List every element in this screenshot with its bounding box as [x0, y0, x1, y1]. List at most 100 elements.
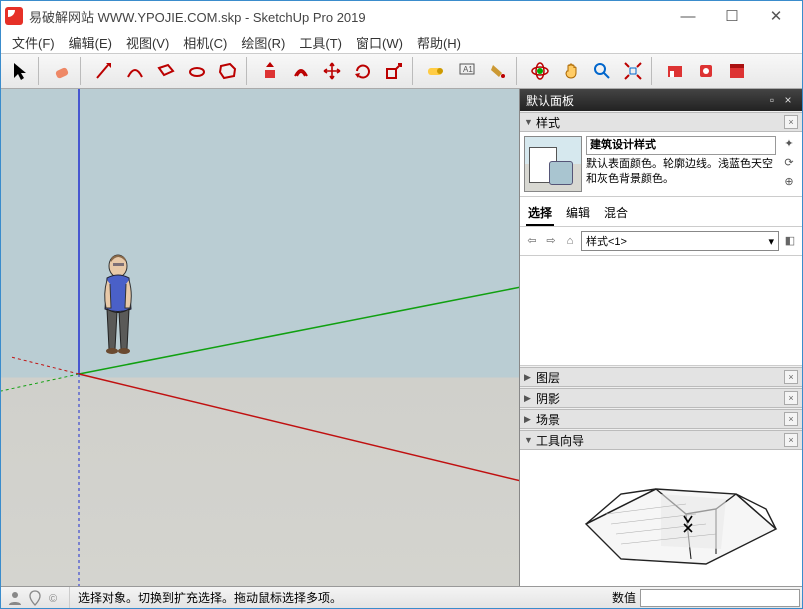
text-tool[interactable]: A1	[452, 56, 482, 86]
panel-close-icon[interactable]: ×	[784, 370, 798, 384]
close-button[interactable]: ✕	[754, 2, 798, 30]
tab-mix[interactable]: 混合	[602, 201, 630, 226]
collapse-arrow-icon: ▼	[524, 435, 536, 445]
status-geo-icon[interactable]	[27, 590, 43, 606]
eraser-tool[interactable]	[47, 56, 77, 86]
toolbar-separator	[246, 57, 252, 85]
panel-scenes-header[interactable]: ▶ 场景 ×	[520, 409, 802, 429]
panel-scenes-label: 场景	[536, 411, 784, 428]
panel-shadows-header[interactable]: ▶ 阴影 ×	[520, 388, 802, 408]
measurement-label: 数值	[608, 589, 640, 606]
nav-fwd-icon[interactable]: ⇨	[543, 233, 559, 249]
panel-close-icon[interactable]: ×	[784, 433, 798, 447]
status-bar: © 选择对象。切换到扩充选择。拖动鼠标选择多项。 数值	[1, 586, 802, 608]
menu-edit[interactable]: 编辑(E)	[62, 31, 119, 54]
warehouse-tool[interactable]	[660, 56, 690, 86]
zoom-extents-tool[interactable]	[618, 56, 648, 86]
styles-list-area[interactable]	[520, 256, 802, 366]
dropdown-icon: ▾	[768, 235, 774, 248]
axis-red-neg	[11, 357, 79, 374]
panel-styles-header[interactable]: ▼ 样式 ×	[520, 112, 802, 132]
toolbar-separator	[412, 57, 418, 85]
style-new-icon[interactable]: ⊕	[781, 174, 797, 190]
toolbar-separator	[38, 57, 44, 85]
style-thumbnail[interactable]	[524, 136, 582, 192]
svg-text:A1: A1	[463, 65, 473, 74]
panel-shadows-label: 阴影	[536, 390, 784, 407]
menu-file[interactable]: 文件(F)	[5, 31, 62, 54]
panel-instructor-header[interactable]: ▼ 工具向导 ×	[520, 430, 802, 450]
select-tool[interactable]	[5, 56, 35, 86]
polygon-tool[interactable]	[213, 56, 243, 86]
panel-layers-label: 图层	[536, 369, 784, 386]
pushpull-tool[interactable]	[255, 56, 285, 86]
styles-summary: 建筑设计样式 默认表面颜色。轮廓边线。浅蓝色天空和灰色背景颜色。 ✦ ⟳ ⊕	[520, 132, 802, 197]
default-tray: 默认面板 ▫ × ▼ 样式 × 建筑设计样式 默认表面颜色。轮廓边线。浅蓝色天空…	[520, 89, 802, 586]
status-hint: 选择对象。切换到扩充选择。拖动鼠标选择多项。	[70, 589, 608, 606]
rectangle-tool[interactable]	[151, 56, 181, 86]
rotate-tool[interactable]	[348, 56, 378, 86]
instructor-illustration	[566, 454, 796, 584]
title-bar: 易破解网站 WWW.YPOJIE.COM.skp - SketchUp Pro …	[1, 1, 802, 31]
workspace: 默认面板 ▫ × ▼ 样式 × 建筑设计样式 默认表面颜色。轮廓边线。浅蓝色天空…	[1, 89, 802, 586]
panel-close-icon[interactable]: ×	[784, 412, 798, 426]
svg-text:©: ©	[49, 593, 57, 605]
pan-tool[interactable]	[556, 56, 586, 86]
pin-icon[interactable]: ▫	[764, 93, 780, 107]
move-tool[interactable]	[317, 56, 347, 86]
circle-tool[interactable]	[182, 56, 212, 86]
close-tray-icon[interactable]: ×	[780, 93, 796, 107]
extension-tool[interactable]	[691, 56, 721, 86]
tray-title-bar[interactable]: 默认面板 ▫ ×	[520, 89, 802, 111]
maximize-button[interactable]: ☐	[710, 2, 754, 30]
paint-tool[interactable]	[483, 56, 513, 86]
layout-tool[interactable]	[722, 56, 752, 86]
style-collection-select[interactable]: 样式<1> ▾	[581, 231, 779, 251]
axis-green-neg	[1, 374, 79, 391]
offset-tool[interactable]	[286, 56, 316, 86]
menu-window[interactable]: 窗口(W)	[349, 31, 410, 54]
menu-help[interactable]: 帮助(H)	[410, 31, 468, 54]
style-display-icon[interactable]: ✦	[781, 136, 797, 152]
styles-browser: ⇦ ⇨ ⌂ 样式<1> ▾ ◧	[520, 227, 802, 256]
zoom-tool[interactable]	[587, 56, 617, 86]
menu-camera[interactable]: 相机(C)	[176, 31, 234, 54]
tab-edit[interactable]: 编辑	[564, 201, 592, 226]
home-icon[interactable]: ⌂	[562, 233, 578, 249]
toolbar-separator	[651, 57, 657, 85]
details-icon[interactable]: ◧	[782, 233, 798, 249]
toolbar-separator	[80, 57, 86, 85]
expand-arrow-icon: ▶	[524, 393, 536, 404]
tab-select[interactable]: 选择	[526, 201, 554, 226]
expand-arrow-icon: ▶	[524, 414, 536, 425]
style-collection-value: 样式<1>	[586, 233, 627, 249]
orbit-tool[interactable]	[525, 56, 555, 86]
scale-tool[interactable]	[379, 56, 409, 86]
menu-bar: 文件(F) 编辑(E) 视图(V) 相机(C) 绘图(R) 工具(T) 窗口(W…	[1, 31, 802, 53]
style-name-field[interactable]: 建筑设计样式	[586, 136, 776, 155]
panel-layers-header[interactable]: ▶ 图层 ×	[520, 367, 802, 387]
window-title: 易破解网站 WWW.YPOJIE.COM.skp - SketchUp Pro …	[29, 7, 666, 26]
status-user-icon[interactable]	[7, 590, 23, 606]
panel-close-icon[interactable]: ×	[784, 115, 798, 129]
collapse-arrow-icon: ▼	[524, 117, 536, 127]
panel-close-icon[interactable]: ×	[784, 391, 798, 405]
menu-view[interactable]: 视图(V)	[119, 31, 176, 54]
scale-figure	[93, 254, 153, 384]
nav-back-icon[interactable]: ⇦	[524, 233, 540, 249]
model-viewport[interactable]	[1, 89, 520, 586]
main-toolbar: A1	[1, 53, 802, 89]
arc-tool[interactable]	[120, 56, 150, 86]
status-credit-icon[interactable]: ©	[47, 590, 63, 606]
axis-red	[79, 374, 520, 481]
tape-tool[interactable]	[421, 56, 451, 86]
panel-styles-label: 样式	[536, 114, 784, 131]
sketchup-app-icon	[5, 7, 23, 25]
minimize-button[interactable]: —	[666, 2, 710, 30]
menu-draw[interactable]: 绘图(R)	[234, 31, 292, 54]
instructor-body	[520, 450, 802, 586]
style-update-icon[interactable]: ⟳	[781, 155, 797, 171]
menu-tools[interactable]: 工具(T)	[292, 31, 349, 54]
measurement-input[interactable]	[640, 589, 800, 607]
line-tool[interactable]	[89, 56, 119, 86]
